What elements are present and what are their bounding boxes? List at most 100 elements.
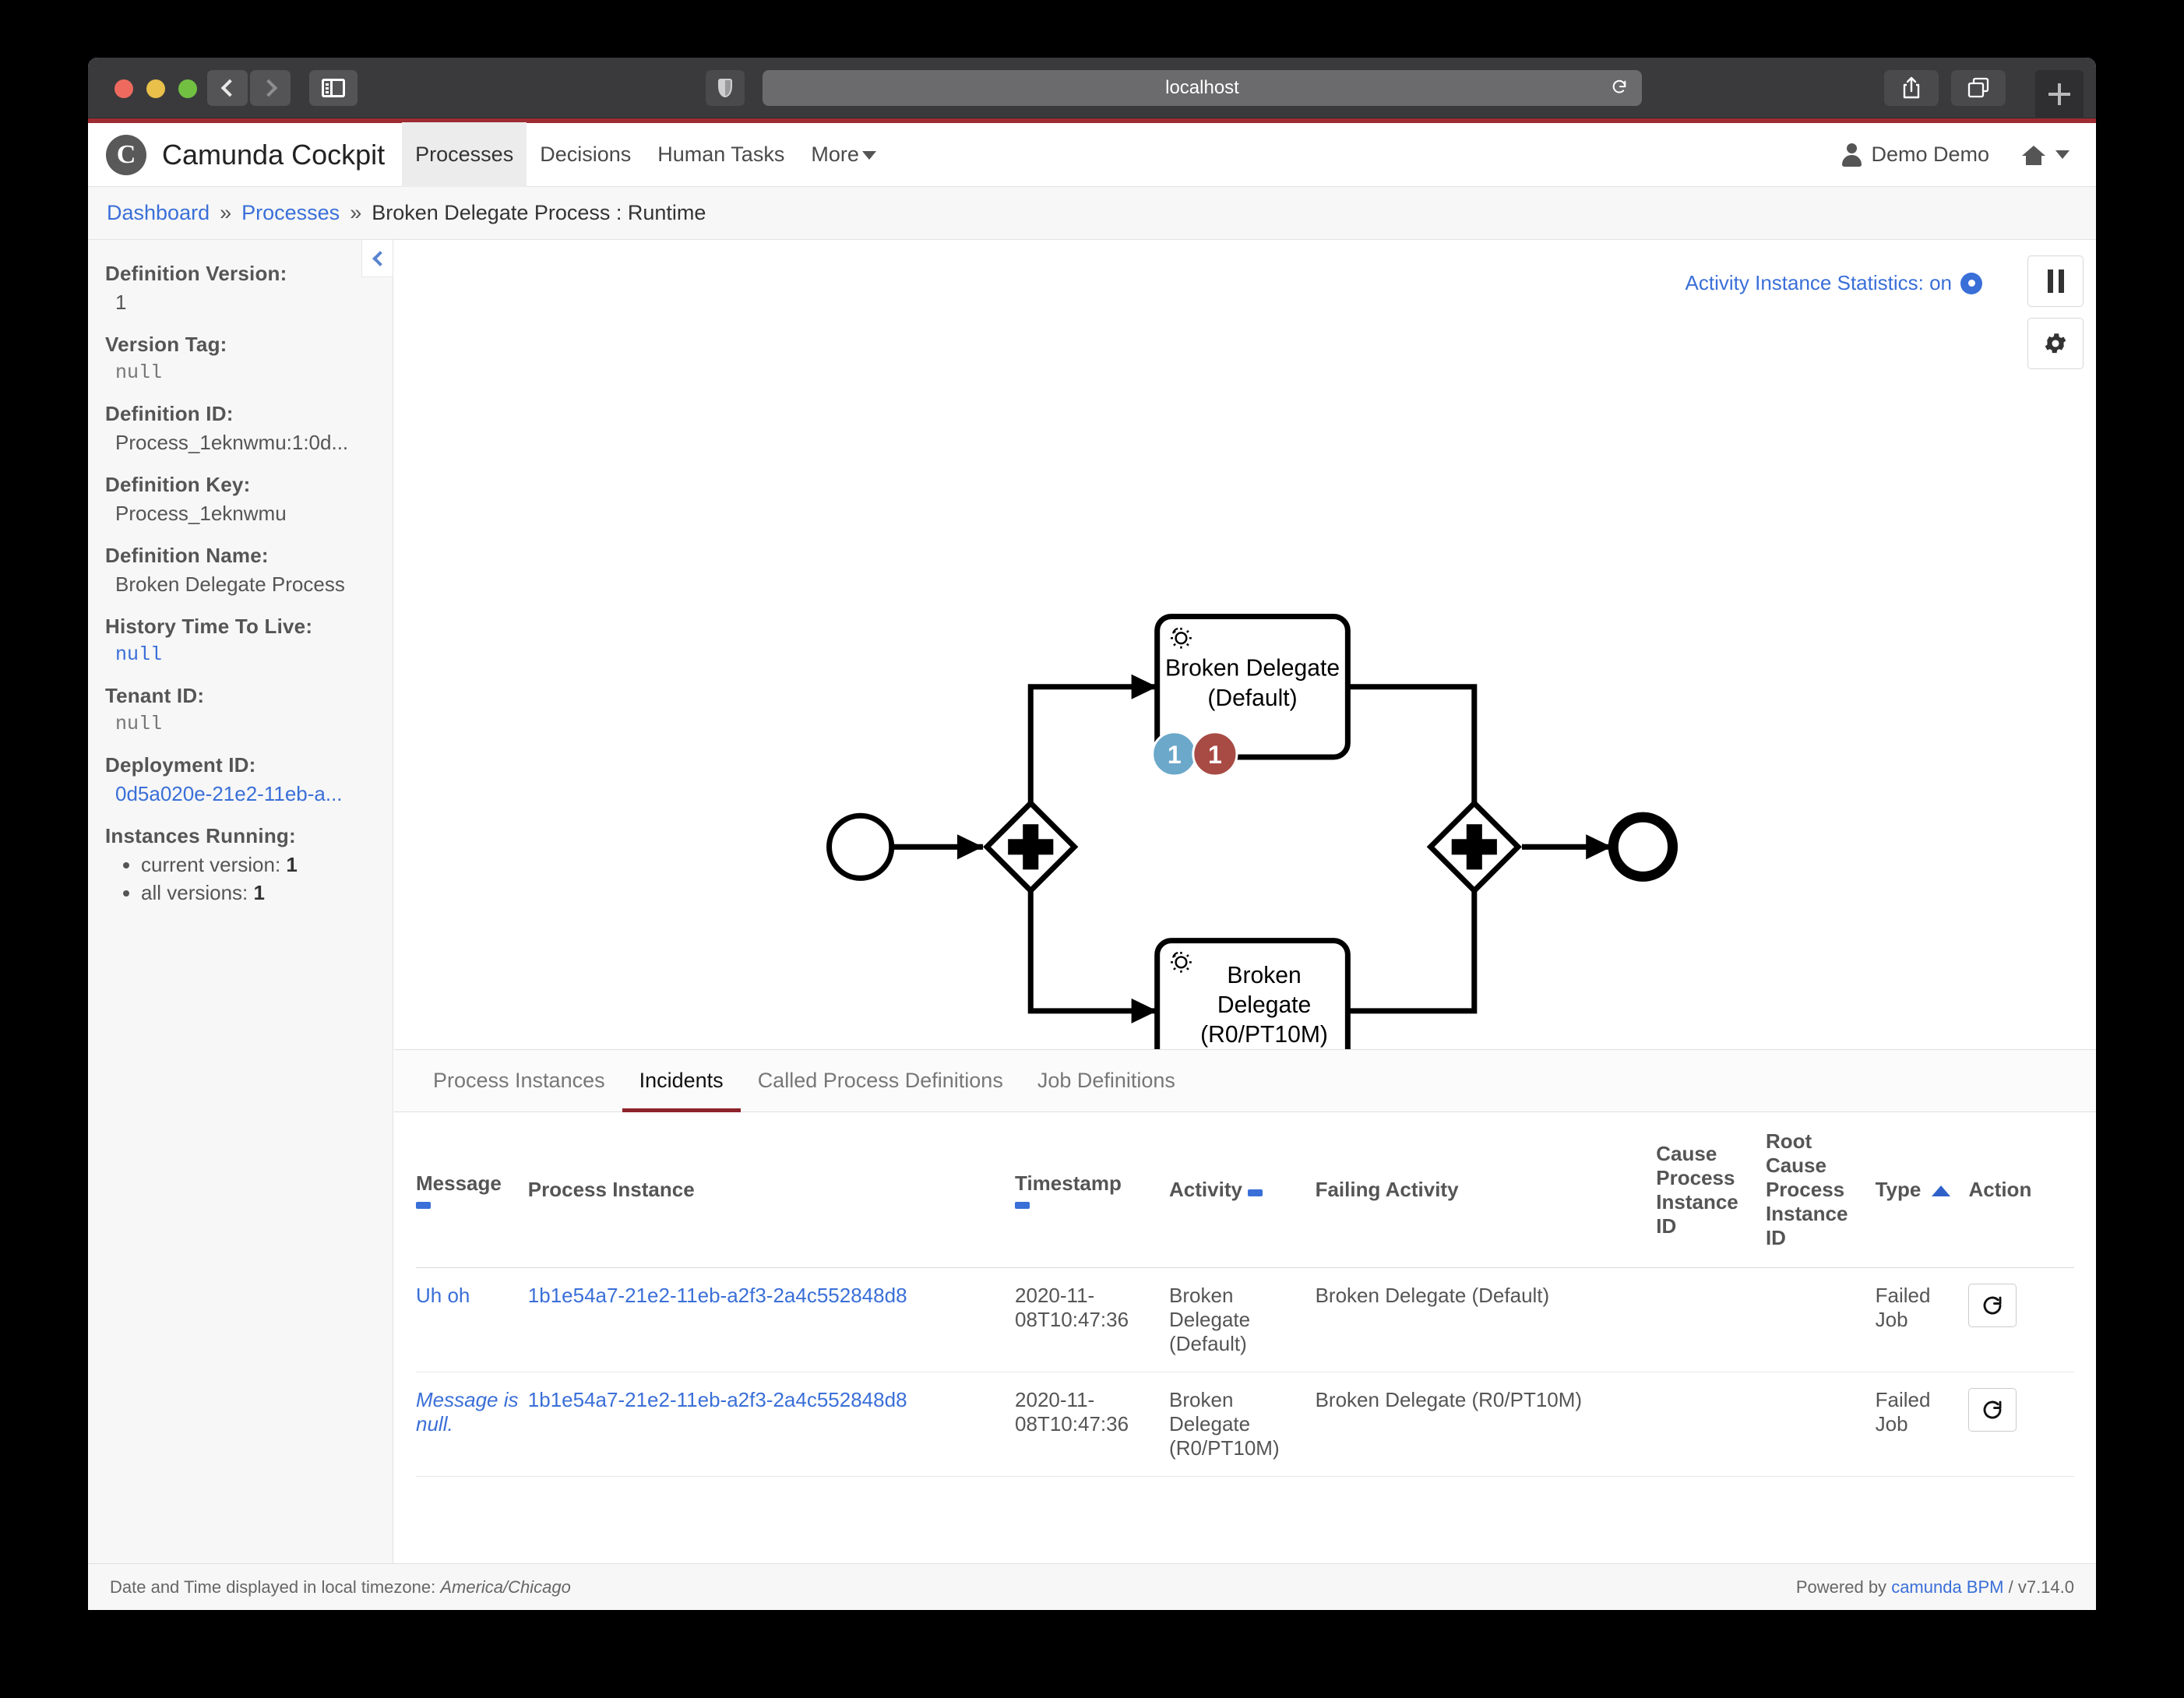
property-definition-key: Definition Key: Process_1eknwmu xyxy=(105,473,393,526)
app-navbar: C Camunda Cockpit Processes Decisions Hu… xyxy=(88,122,2096,187)
tab-called-process-definitions[interactable]: Called Process Definitions xyxy=(741,1050,1020,1112)
camunda-bpm-link[interactable]: camunda BPM xyxy=(1891,1577,2003,1597)
parallel-gateway-split[interactable] xyxy=(983,799,1079,895)
property-value: null xyxy=(115,361,163,384)
instances-all-versions: all versions: 1 xyxy=(141,881,393,905)
column-header-root-cause-process-instance-id[interactable]: Root Cause Process Instance ID xyxy=(1765,1112,1876,1268)
breadcrumb: Dashboard » Processes » Broken Delegate … xyxy=(88,187,2096,240)
column-header-type[interactable]: Type xyxy=(1875,1112,1969,1268)
property-label: Instances Running: xyxy=(105,824,296,847)
property-label: Deployment ID: xyxy=(105,753,256,777)
cell-cause-process-instance-id xyxy=(1656,1372,1766,1477)
column-header-timestamp[interactable]: Timestamp xyxy=(1015,1112,1170,1268)
retry-job-button[interactable] xyxy=(1968,1284,2017,1327)
chevron-left-icon xyxy=(220,79,238,97)
history-ttl-edit-link[interactable]: null xyxy=(105,643,393,666)
minimize-window-button[interactable] xyxy=(146,79,165,98)
column-header-process-instance[interactable]: Process Instance xyxy=(527,1112,1016,1268)
cell-timestamp: 2020-11-08T10:47:36 xyxy=(1015,1372,1170,1477)
timezone-note: Date and Time displayed in local timezon… xyxy=(110,1577,571,1598)
tab-process-instances[interactable]: Process Instances xyxy=(416,1050,622,1112)
cell-message[interactable]: Uh oh xyxy=(416,1267,528,1372)
home-icon xyxy=(2022,145,2045,165)
cell-message[interactable]: Message is null. xyxy=(416,1372,528,1477)
property-label: Definition ID: xyxy=(105,402,234,425)
nav-item-decisions[interactable]: Decisions xyxy=(527,122,644,187)
maximize-window-button[interactable] xyxy=(178,79,197,98)
tab-overview-button[interactable] xyxy=(1951,70,2006,106)
breadcrumb-processes[interactable]: Processes xyxy=(241,201,340,225)
close-window-button[interactable] xyxy=(114,79,133,98)
property-label: Definition Version: xyxy=(105,262,287,285)
chevron-down-icon xyxy=(861,151,876,160)
app-version: / v7.14.0 xyxy=(2008,1576,2074,1597)
user-name: Demo Demo xyxy=(1871,143,1989,166)
new-tab-button[interactable] xyxy=(2035,70,2084,118)
sidebar-toggle-icon xyxy=(322,79,345,97)
app-title: Camunda Cockpit xyxy=(162,138,386,171)
end-event[interactable] xyxy=(1608,812,1679,882)
column-header-timestamp-label: Timestamp xyxy=(1015,1171,1122,1195)
logo-letter: C xyxy=(116,139,136,169)
table-header-row: Message Process Instance Timestamp Activ… xyxy=(416,1112,2074,1268)
timezone-prefix: Date and Time displayed in local timezon… xyxy=(110,1576,436,1597)
property-value: Process_1eknwmu xyxy=(115,502,287,525)
cell-root-cause-process-instance-id xyxy=(1765,1267,1876,1372)
breadcrumb-current: Broken Delegate Process : Runtime xyxy=(372,201,706,224)
app-footer: Date and Time displayed in local timezon… xyxy=(88,1563,2096,1610)
chevron-down-icon xyxy=(2055,150,2070,159)
tab-job-definitions[interactable]: Job Definitions xyxy=(1020,1050,1192,1112)
column-header-message[interactable]: Message xyxy=(416,1112,528,1268)
instances-current-label: current version: xyxy=(141,853,281,876)
nav-item-more-label: More xyxy=(811,143,859,166)
service-task-broken-delegate-default[interactable]: Broken Delegate (Default) 1 1 xyxy=(1151,613,1351,777)
column-header-action: Action xyxy=(1968,1112,2074,1268)
cell-process-instance[interactable]: 1b1e54a7-21e2-11eb-a2f3-2a4c552848d8 xyxy=(527,1267,1016,1372)
bottom-panel: Process Instances Incidents Called Proce… xyxy=(394,1049,2096,1563)
sidebar-toggle-button[interactable] xyxy=(309,70,358,106)
home-menu[interactable] xyxy=(2020,143,2070,167)
camunda-app: C Camunda Cockpit Processes Decisions Hu… xyxy=(88,122,2096,1610)
column-header-cause-process-instance-id[interactable]: Cause Process Instance ID xyxy=(1656,1112,1766,1268)
retry-job-button[interactable] xyxy=(1968,1388,2017,1432)
incidents-table-wrapper: Message Process Instance Timestamp Activ… xyxy=(394,1112,2096,1477)
definition-sidebar: Definition Version: 1 Version Tag: null … xyxy=(88,240,393,1563)
property-label: Definition Name: xyxy=(105,544,269,567)
tab-incidents[interactable]: Incidents xyxy=(622,1050,741,1112)
nav-item-human-tasks[interactable]: Human Tasks xyxy=(644,122,798,187)
cell-timestamp: 2020-11-08T10:47:36 xyxy=(1015,1267,1170,1372)
column-header-failing-activity[interactable]: Failing Activity xyxy=(1315,1112,1657,1268)
breadcrumb-dashboard[interactable]: Dashboard xyxy=(107,201,210,225)
share-icon xyxy=(1903,76,1920,99)
retry-icon xyxy=(1984,1400,2002,1419)
user-menu[interactable]: Demo Demo xyxy=(1842,143,1989,167)
parallel-gateway-join[interactable] xyxy=(1426,799,1522,895)
new-tab-icon xyxy=(2048,83,2070,105)
incidents-count: 1 xyxy=(1208,741,1222,769)
instances-all-label: all versions: xyxy=(141,881,248,904)
nav-item-processes[interactable]: Processes xyxy=(402,122,527,187)
nav-item-more[interactable]: More xyxy=(798,122,889,187)
breadcrumb-separator: » xyxy=(220,201,232,224)
cell-action xyxy=(1968,1372,2074,1477)
cell-process-instance[interactable]: 1b1e54a7-21e2-11eb-a2f3-2a4c552848d8 xyxy=(527,1372,1016,1477)
share-button[interactable] xyxy=(1884,70,1939,106)
reload-icon[interactable] xyxy=(1611,79,1628,96)
browser-nav-buttons xyxy=(207,70,291,106)
property-label: Version Tag: xyxy=(105,333,227,356)
property-history-time-to-live: History Time To Live: null xyxy=(105,615,393,666)
window-traffic-lights xyxy=(114,79,197,98)
browser-titlebar: localhost xyxy=(88,58,2096,118)
address-bar[interactable]: localhost xyxy=(763,70,1642,106)
table-row: Message is null. 1b1e54a7-21e2-11eb-a2f3… xyxy=(416,1372,2074,1477)
column-header-activity[interactable]: Activity xyxy=(1169,1112,1316,1268)
deployment-id-link[interactable]: 0d5a020e-21e2-11eb-a... xyxy=(105,782,393,806)
start-event[interactable] xyxy=(826,812,895,881)
timezone-value: America/Chicago xyxy=(440,1576,571,1597)
privacy-report-button[interactable] xyxy=(706,70,745,106)
forward-button[interactable] xyxy=(250,70,291,106)
sort-ascending-icon xyxy=(1931,1185,1950,1196)
cell-cause-process-instance-id xyxy=(1656,1267,1766,1372)
collapse-sidebar-button[interactable] xyxy=(361,240,393,277)
back-button[interactable] xyxy=(207,70,248,106)
